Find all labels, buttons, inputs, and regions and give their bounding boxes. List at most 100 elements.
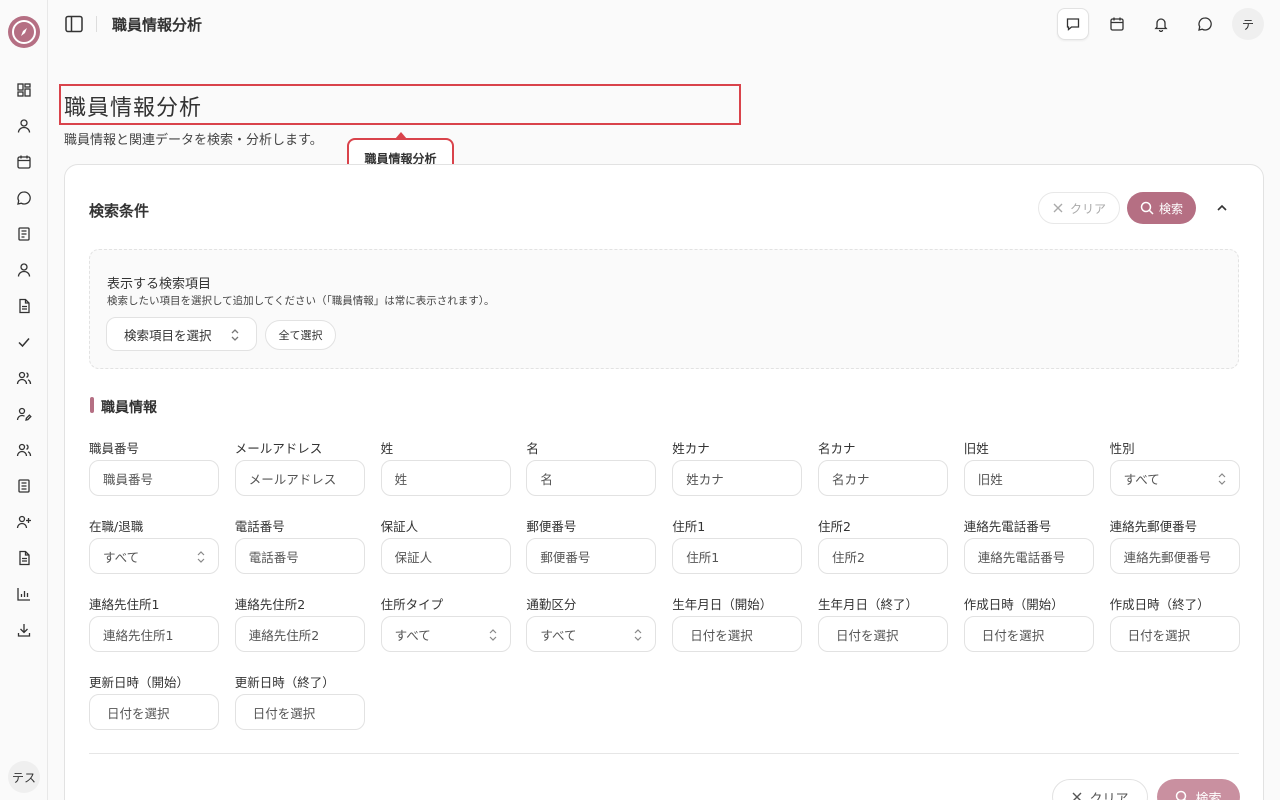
field-placeholder: 日付を選択	[981, 627, 1045, 643]
date-picker-input[interactable]: 日付を選択	[963, 616, 1094, 652]
field-placeholder: 住所1	[686, 549, 720, 565]
sidebar-user-avatar[interactable]: テス	[8, 761, 40, 793]
nav-download[interactable]	[14, 620, 34, 640]
field-label: 住所タイプ	[380, 597, 444, 612]
user-plus-icon	[16, 515, 31, 529]
nav-calendar[interactable]	[14, 152, 34, 172]
field-label: 在職/退職	[89, 519, 144, 534]
date-picker-input[interactable]: 日付を選択	[672, 616, 803, 652]
sidebar: テス	[0, 0, 48, 800]
nav-check[interactable]	[14, 332, 34, 352]
nav-user-plus[interactable]	[14, 512, 34, 532]
text-input[interactable]: 連絡先郵便番号	[1109, 538, 1240, 574]
field-picker-select-label: 検索項目を選択	[124, 327, 212, 343]
text-input[interactable]: 郵便番号	[526, 538, 657, 574]
calendar-button[interactable]	[1101, 8, 1133, 40]
field-label: メールアドレス	[234, 441, 323, 456]
date-picker-input[interactable]: 日付を選択	[1109, 616, 1240, 652]
nav-user-edit[interactable]	[14, 404, 34, 424]
bottom-search-label: 検索	[1195, 791, 1222, 800]
search-field: 姓カナ 姓カナ	[672, 438, 803, 496]
search-field: 通勤区分 すべて	[526, 594, 657, 652]
search-field: 作成日時（開始） 日付を選択	[963, 594, 1094, 652]
bottom-search-button[interactable]: 検索	[1157, 779, 1240, 800]
card-divider	[89, 753, 1239, 754]
text-input[interactable]: 連絡先住所1	[89, 616, 219, 652]
check-icon	[18, 338, 30, 348]
text-input[interactable]: 名	[526, 460, 657, 496]
sidebar-toggle-button[interactable]	[63, 13, 85, 35]
user-avatar[interactable]: テ	[1232, 8, 1264, 40]
field-select[interactable]: すべて	[89, 538, 219, 574]
text-input[interactable]: 姓カナ	[672, 460, 803, 496]
book-icon	[18, 479, 30, 493]
date-picker-input[interactable]: 日付を選択	[89, 694, 219, 730]
nav-notebook[interactable]	[14, 224, 34, 244]
text-input[interactable]: 連絡先住所2	[234, 616, 365, 652]
text-input[interactable]: 職員番号	[89, 460, 219, 496]
date-picker-input[interactable]: 日付を選択	[234, 694, 365, 730]
nav-dashboard[interactable]	[14, 80, 34, 100]
notebook-icon	[18, 227, 30, 241]
field-placeholder: 連絡先住所2	[248, 627, 320, 643]
clear-button[interactable]: クリア	[1038, 192, 1120, 224]
field-label: 連絡先住所1	[89, 597, 160, 612]
collapse-button[interactable]	[1209, 195, 1235, 221]
bottom-clear-button[interactable]: クリア	[1052, 779, 1148, 800]
field-picker-select[interactable]: 検索項目を選択	[106, 317, 257, 351]
nav-team[interactable]	[14, 440, 34, 460]
field-select[interactable]: すべて	[1109, 460, 1240, 496]
field-select[interactable]: すべて	[380, 616, 511, 652]
page-description: 職員情報と関連データを検索・分析します。	[64, 133, 323, 148]
search-button[interactable]: 検索	[1127, 192, 1196, 224]
search-field: 名名	[526, 438, 657, 496]
search-field: 連絡先郵便番号 連絡先郵便番号	[1109, 516, 1240, 574]
date-picker-input[interactable]: 日付を選択	[818, 616, 948, 652]
field-label: 性別	[1109, 441, 1135, 456]
search-field: 電話番号 電話番号	[234, 516, 365, 574]
nav-chat[interactable]	[14, 188, 34, 208]
app-logo[interactable]	[8, 16, 40, 48]
field-select[interactable]: すべて	[526, 616, 657, 652]
chat-button[interactable]	[1189, 8, 1221, 40]
document-icon	[19, 298, 30, 314]
search-field: 住所1 住所1	[672, 516, 803, 574]
nav-document[interactable]	[14, 296, 34, 316]
field-placeholder: 日付を選択	[1127, 627, 1191, 643]
nav-bar-chart[interactable]	[14, 584, 34, 604]
text-input[interactable]: 姓	[380, 460, 511, 496]
nav-file-text[interactable]	[14, 548, 34, 568]
field-select-value: すべて	[394, 627, 431, 643]
nav-book[interactable]	[14, 476, 34, 496]
text-input[interactable]: 保証人	[380, 538, 511, 574]
field-select-value: すべて	[1123, 471, 1160, 487]
chat-bubble-icon	[17, 191, 31, 205]
field-label: 生年月日（終了）	[818, 597, 919, 612]
nav-person[interactable]	[14, 260, 34, 280]
nav-users[interactable]	[14, 368, 34, 388]
nav-user[interactable]	[14, 116, 34, 136]
messages-button[interactable]	[1057, 8, 1089, 40]
text-input[interactable]: 住所1	[672, 538, 803, 574]
field-picker-help: 検索したい項目を選択して追加してください（「職員情報」は常に表示されます）。	[107, 295, 495, 307]
text-input[interactable]: 連絡先電話番号	[963, 538, 1094, 574]
text-input[interactable]: 名カナ	[818, 460, 948, 496]
text-input[interactable]: 住所2	[818, 538, 948, 574]
field-label: 保証人	[380, 519, 419, 534]
text-input[interactable]: メールアドレス	[234, 460, 365, 496]
field-select-value: すべて	[540, 627, 577, 643]
field-placeholder: 姓カナ	[686, 471, 724, 487]
field-placeholder: 電話番号	[248, 549, 299, 565]
text-input[interactable]: 旧姓	[963, 460, 1094, 496]
search-field: 性別すべて	[1109, 438, 1240, 496]
field-placeholder: 職員番号	[103, 471, 154, 487]
notifications-button[interactable]	[1145, 8, 1177, 40]
chevron-up-down-icon	[197, 551, 205, 563]
select-all-button[interactable]: 全て選択	[265, 320, 336, 350]
text-input[interactable]: 電話番号	[234, 538, 365, 574]
header-title: 職員情報分析	[112, 16, 203, 34]
field-label: 旧姓	[963, 441, 989, 456]
calendar-icon	[17, 155, 31, 169]
field-label: 連絡先郵便番号	[1109, 519, 1198, 534]
chevron-up-down-icon	[1218, 473, 1226, 485]
